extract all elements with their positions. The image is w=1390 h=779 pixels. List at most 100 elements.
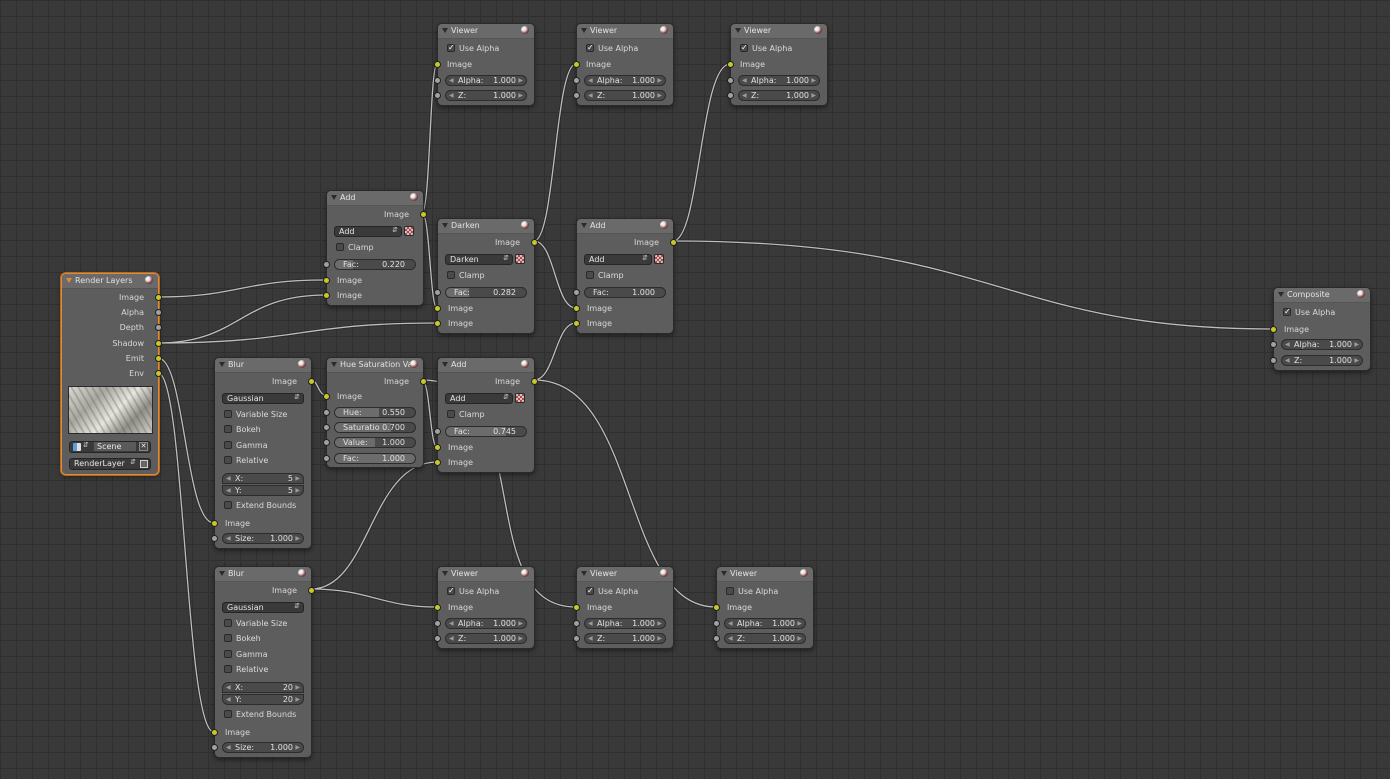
y-size-field[interactable]: ◀ Y: 20 ▶ (222, 694, 304, 705)
fac-input-socket[interactable] (573, 289, 580, 296)
render-layers-node[interactable]: Render Layers Image Alpha Depth Shadow E… (61, 273, 162, 475)
checker-icon[interactable] (515, 254, 525, 264)
size-field[interactable]: ◀ Size: 1.000 ▶ (222, 533, 304, 544)
collapse-triangle-icon[interactable] (581, 571, 587, 576)
collapse-triangle-icon[interactable] (331, 362, 337, 367)
size-input-socket[interactable] (211, 535, 218, 542)
alpha-field[interactable]: ◀ Alpha: 1.000 ▶ (445, 618, 527, 629)
node-header[interactable]: Viewer (577, 567, 673, 582)
z-field[interactable]: ◀ Z: 1.000 ▶ (584, 90, 666, 101)
preview-sphere-icon[interactable] (145, 276, 153, 284)
collapse-triangle-icon[interactable] (581, 28, 587, 33)
image-output-socket[interactable] (308, 587, 315, 594)
x-size-field[interactable]: ◀ X: 20 ▶ (222, 682, 304, 693)
alpha-input-socket[interactable] (727, 77, 734, 84)
image-input-socket-2[interactable] (573, 320, 580, 327)
viewer-node-bottom-1[interactable]: Viewer Use Alpha Image ◀Alpha:1.000▶ ◀Z:… (434, 566, 535, 649)
image-input-socket-2[interactable] (323, 292, 330, 299)
collapse-triangle-icon[interactable] (66, 278, 72, 283)
preview-sphere-icon[interactable] (660, 569, 668, 577)
image-input-socket[interactable] (434, 61, 441, 68)
z-field[interactable]: ◀ Z: 1.000 ▶ (738, 90, 820, 101)
collapse-triangle-icon[interactable] (442, 28, 448, 33)
alpha-field[interactable]: ◀ Alpha: 1.000 ▶ (584, 618, 666, 629)
alpha-input-socket[interactable] (434, 620, 441, 627)
node-header[interactable]: Blur (215, 567, 311, 582)
viewer-node-bottom-3[interactable]: Viewer Use Alpha Image ◀ Alpha: 1.000 ▶ ◀ Z:… (713, 566, 814, 649)
preview-sphere-icon[interactable] (1357, 290, 1365, 298)
collapse-triangle-icon[interactable] (331, 195, 337, 200)
hue-slider[interactable]: Hue: 0.550 (334, 407, 416, 418)
blend-mode-select[interactable]: Darken ⇵ (445, 254, 513, 265)
blend-mode-select[interactable]: Add ⇵ (445, 393, 513, 404)
collapse-triangle-icon[interactable] (721, 571, 727, 576)
image-output-socket[interactable] (420, 378, 427, 385)
node-header[interactable]: Viewer (577, 24, 673, 39)
preview-sphere-icon[interactable] (800, 569, 808, 577)
image-input-socket-1[interactable] (323, 277, 330, 284)
image-input-socket[interactable] (323, 393, 330, 400)
output-env-socket[interactable] (155, 370, 162, 377)
scene-selector[interactable]: ⇵ Scene ✕ (69, 441, 151, 453)
alpha-field[interactable]: ◀ Alpha: 1.000 ▶ (1281, 339, 1363, 350)
preview-sphere-icon[interactable] (298, 569, 306, 577)
output-emit-socket[interactable] (155, 355, 162, 362)
fac-slider[interactable]: Fac: 0.745 (445, 426, 527, 437)
image-input-socket[interactable] (1270, 326, 1277, 333)
image-input-socket-1[interactable] (573, 305, 580, 312)
node-header[interactable]: Composite (1274, 288, 1370, 303)
z-input-socket[interactable] (573, 92, 580, 99)
node-header[interactable]: Add (327, 191, 423, 206)
node-header[interactable]: Add (577, 219, 673, 234)
output-shadow-socket[interactable] (155, 340, 162, 347)
node-header[interactable]: Add (438, 358, 534, 373)
image-input-socket[interactable] (713, 604, 720, 611)
output-alpha-socket[interactable] (155, 309, 162, 316)
image-output-socket[interactable] (420, 211, 427, 218)
collapse-triangle-icon[interactable] (735, 28, 741, 33)
hue-input-socket[interactable] (323, 409, 330, 416)
add-node-top[interactable]: Add Image Add ⇵ Clamp Fac: 0.220 Image Ima… (323, 190, 427, 306)
z-input-socket[interactable] (434, 92, 441, 99)
image-input-socket[interactable] (573, 61, 580, 68)
saturation-input-socket[interactable] (323, 424, 330, 431)
node-header[interactable]: Render Layers (62, 274, 158, 289)
preview-sphere-icon[interactable] (410, 193, 418, 201)
image-input-socket[interactable] (573, 604, 580, 611)
render-layer-selector[interactable]: RenderLayer ⇵ (69, 458, 151, 470)
image-input-socket-2[interactable] (434, 320, 441, 327)
fac-slider[interactable]: Fac: 1.000 (584, 287, 666, 298)
preview-sphere-icon[interactable] (410, 360, 418, 368)
darken-node[interactable]: Darken Image Darken ⇵ Clamp Fac: 0.282 Ima… (434, 218, 538, 334)
alpha-field[interactable]: ◀ Alpha: 1.000 ▶ (724, 618, 806, 629)
close-icon[interactable]: ✕ (139, 442, 148, 451)
z-input-socket[interactable] (434, 635, 441, 642)
node-header[interactable]: Viewer (717, 567, 813, 582)
collapse-triangle-icon[interactable] (442, 571, 448, 576)
alpha-input-socket[interactable] (434, 77, 441, 84)
size-input-socket[interactable] (211, 744, 218, 751)
collapse-triangle-icon[interactable] (442, 223, 448, 228)
alpha-input-socket[interactable] (713, 620, 720, 627)
image-input-socket[interactable] (211, 520, 218, 527)
z-input-socket[interactable] (713, 635, 720, 642)
size-field[interactable]: ◀ Size: 1.000 ▶ (222, 742, 304, 753)
image-output-socket[interactable] (531, 239, 538, 246)
x-size-field[interactable]: ◀ X: 5 ▶ (222, 473, 304, 484)
alpha-input-socket[interactable] (573, 620, 580, 627)
preview-sphere-icon[interactable] (660, 26, 668, 34)
z-field[interactable]: ◀ Z: 1.000 ▶ (1281, 355, 1363, 366)
y-size-field[interactable]: ◀ Y: 5 ▶ (222, 485, 304, 496)
alpha-input-socket[interactable] (1270, 341, 1277, 348)
fac-input-socket[interactable] (434, 428, 441, 435)
fac-input-socket[interactable] (323, 455, 330, 462)
viewer-node-top-2[interactable]: Viewer Use Alpha Image ◀Alpha:1.000▶ ◀Z:… (573, 23, 674, 106)
fac-slider[interactable]: Fac: 0.220 (334, 259, 416, 270)
alpha-field[interactable]: ◀ Alpha: 1.000 ▶ (738, 75, 820, 86)
image-input-socket[interactable] (211, 729, 218, 736)
z-field[interactable]: ◀ Z: 1.000 ▶ (445, 90, 527, 101)
collapse-triangle-icon[interactable] (219, 571, 225, 576)
composite-node[interactable]: Composite Use Alpha Image ◀Alpha:1.000▶ … (1270, 287, 1371, 371)
checker-icon[interactable] (515, 393, 525, 403)
checker-icon[interactable] (404, 226, 414, 236)
